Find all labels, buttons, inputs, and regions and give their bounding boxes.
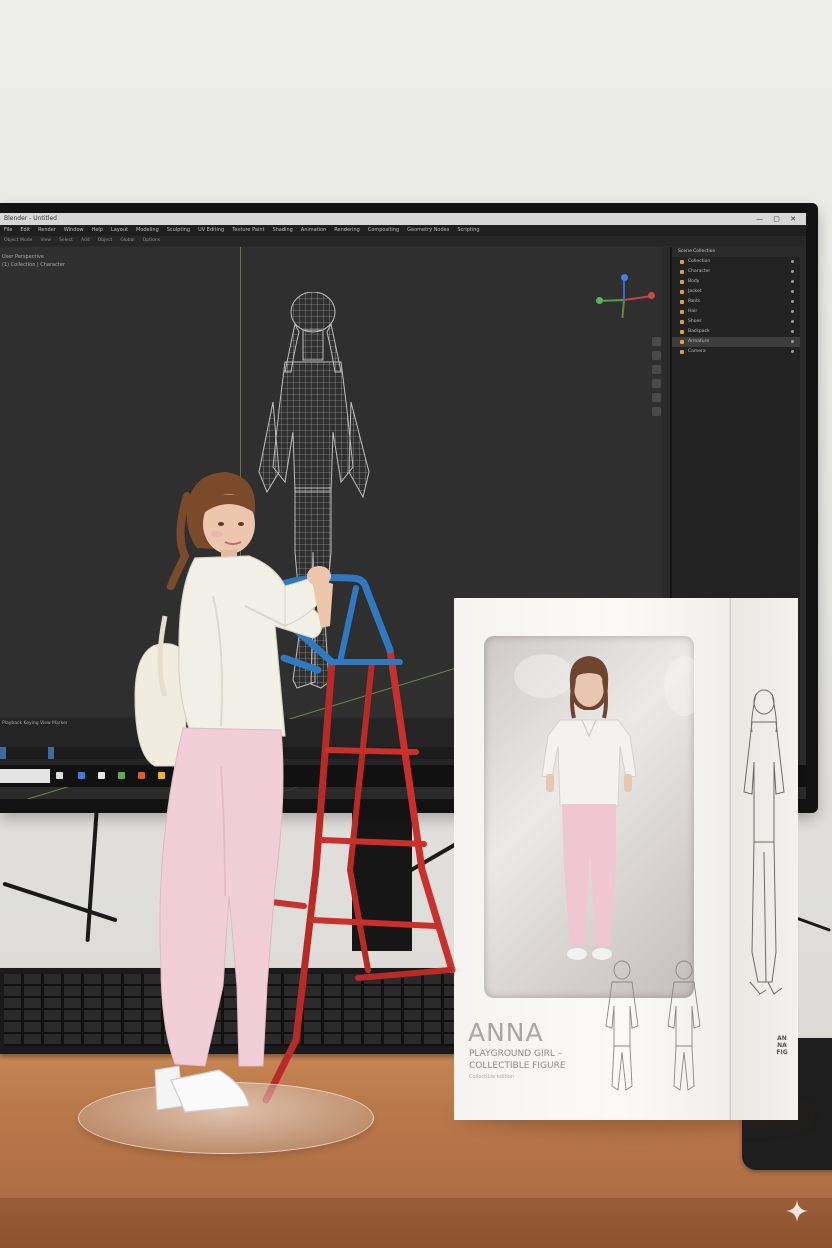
girl-figurine (134, 472, 333, 1113)
menu-item[interactable]: Scripting (457, 227, 479, 233)
outliner-row[interactable]: Hair (672, 307, 800, 317)
figure-box-side: AN NA FIG (730, 598, 798, 1120)
menu-item[interactable]: Shading (272, 227, 292, 233)
photo-scene: Blender - Untitled — ▢ ✕ File Edit Render W… (0, 0, 832, 1248)
viewport-info: User Perspective (1) Collection | Charac… (2, 253, 65, 269)
toolbar-item[interactable]: Select (59, 238, 73, 243)
window-controls[interactable]: — ▢ ✕ (756, 213, 800, 225)
box-front-sketches (605, 960, 701, 1091)
outliner-row[interactable]: Camera (672, 347, 800, 357)
menu-item[interactable]: Layout (111, 227, 128, 233)
taskbar-icon[interactable] (118, 772, 125, 779)
sparkle-icon (786, 1200, 808, 1222)
outliner-row[interactable]: Pants (672, 297, 800, 307)
toolbar-item[interactable]: Options (143, 238, 160, 243)
taskbar-icon[interactable] (78, 772, 85, 779)
outliner-header: Scene Collection (672, 247, 800, 257)
toolbar-item[interactable]: View (40, 238, 51, 243)
toolbar-item[interactable]: Object (98, 238, 113, 243)
box-side-sketch (743, 689, 785, 995)
window-title: Blender - Untitled (4, 215, 57, 222)
outliner-row[interactable]: Jacket (672, 287, 800, 297)
menu-bar: File Edit Render Window Help Layout Modeling Sc… (0, 225, 806, 236)
box-fine-print: Collectible edition (469, 1074, 514, 1080)
timeline-keyframe (0, 747, 6, 759)
box-subtitle-line: COLLECTIBLE FIGURE (469, 1061, 566, 1071)
menu-item[interactable]: Render (38, 227, 56, 233)
menu-item[interactable]: Modeling (136, 227, 159, 233)
timeline-keyframe (48, 747, 54, 759)
cable (85, 812, 99, 942)
viewport-info-line: (1) Collection | Character (2, 262, 65, 268)
box-side-logo: AN NA FIG (776, 1035, 788, 1056)
menu-item[interactable]: Window (64, 227, 84, 233)
outliner-row[interactable]: Shoes (672, 317, 800, 327)
menu-item[interactable]: Texture Paint (232, 227, 264, 233)
outliner-row[interactable]: Backpack (672, 327, 800, 337)
outliner-row[interactable]: Armature (672, 337, 800, 347)
viewport-info-line: User Perspective (2, 254, 44, 260)
taskbar-search[interactable] (0, 769, 50, 783)
box-window (484, 636, 694, 998)
taskbar-icon[interactable] (98, 772, 105, 779)
box-title: ANNA (468, 1018, 544, 1047)
menu-item[interactable]: Help (92, 227, 103, 233)
menu-item[interactable]: File (4, 227, 12, 233)
taskbar-icon[interactable] (56, 772, 63, 779)
toolbar-item[interactable]: Global (120, 238, 134, 243)
menu-item[interactable]: UV Editing (198, 227, 224, 233)
viewport-tool-icons[interactable] (652, 337, 662, 421)
menu-item[interactable]: Edit (20, 227, 30, 233)
boxed-figure (514, 654, 694, 960)
gizmo-icon[interactable] (596, 273, 656, 325)
cable (2, 881, 118, 923)
viewport-toolbar: Object Mode View Select Add Object Global Opti… (0, 236, 806, 246)
box-subtitle-line: PLAYGROUND GIRL – (469, 1049, 563, 1059)
menu-item[interactable]: Sculpting (167, 227, 190, 233)
outliner-row[interactable]: Character (672, 267, 800, 277)
toolbar-item[interactable]: Add (81, 238, 90, 243)
window-titlebar: Blender - Untitled — ▢ ✕ (0, 213, 806, 225)
menu-item[interactable]: Compositing (368, 227, 399, 233)
outliner-row[interactable]: Body (672, 277, 800, 287)
menu-item[interactable]: Animation (301, 227, 327, 233)
box-subtitle: PLAYGROUND GIRL – COLLECTIBLE FIGURE (469, 1048, 609, 1072)
toolbar-item[interactable]: Object Mode (4, 238, 32, 243)
outliner-row[interactable]: Collection (672, 257, 800, 267)
menu-item[interactable]: Rendering (334, 227, 360, 233)
menu-item[interactable]: Geometry Nodes (407, 227, 449, 233)
